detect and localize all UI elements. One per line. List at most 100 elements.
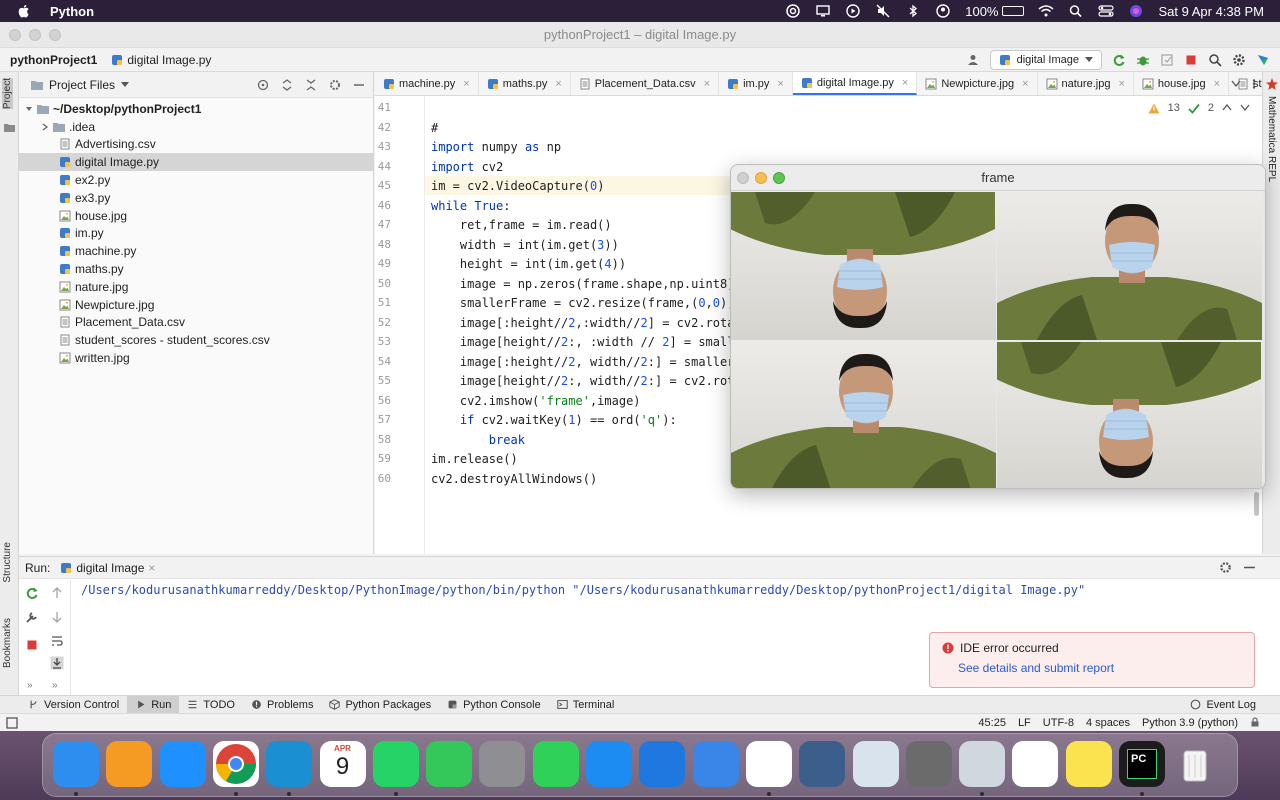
bottom-tab-python-console[interactable]: Python Console <box>439 696 549 714</box>
python-interpreter[interactable]: Python 3.9 (python) <box>1142 717 1238 729</box>
rerun-icon[interactable] <box>25 586 39 600</box>
close-icon[interactable]: × <box>555 78 561 90</box>
code-line[interactable]: while True: <box>431 199 511 213</box>
code-line[interactable]: cv2.destroyAllWindows() <box>431 472 597 486</box>
lock-icon[interactable] <box>1250 716 1260 727</box>
search-icon[interactable] <box>1208 53 1222 67</box>
whatsapp-icon[interactable] <box>372 741 419 787</box>
editor-tab[interactable]: Placement_Data.csv × <box>571 72 720 95</box>
tree-file[interactable]: digital Image.py <box>19 153 373 172</box>
file-encoding[interactable]: UTF-8 <box>1043 717 1074 729</box>
debug-icon[interactable] <box>1136 53 1150 67</box>
stop-icon[interactable] <box>25 638 39 652</box>
editor-tab[interactable]: im.py × <box>719 72 793 95</box>
close-icon[interactable]: × <box>1022 78 1028 90</box>
rerun-icon[interactable] <box>1112 53 1126 67</box>
facetime-icon[interactable] <box>532 741 579 787</box>
close-icon[interactable]: × <box>902 77 908 89</box>
chevron-down-icon[interactable] <box>1240 104 1250 112</box>
scroll-to-end-icon[interactable] <box>50 656 64 670</box>
chevron-down-icon[interactable] <box>25 105 33 113</box>
bottom-tab-run[interactable]: Run <box>127 695 180 714</box>
bottom-tab-problems[interactable]: Problems <box>243 696 321 714</box>
frame-window-title-bar[interactable]: frame <box>731 165 1265 191</box>
menu-bar-clock[interactable]: Sat 9 Apr 4:38 PM <box>1158 4 1264 19</box>
close-window-button[interactable] <box>9 29 21 41</box>
event-log-button[interactable]: Event Log <box>1182 696 1280 714</box>
xcode-tools-icon[interactable] <box>692 741 739 787</box>
caret-position[interactable]: 45:25 <box>978 717 1006 729</box>
code-line[interactable]: smallerFrame = cv2.resize(frame,(0,0),f <box>431 296 742 310</box>
editor-scrollbar[interactable] <box>1254 492 1259 516</box>
system-preferences-icon[interactable] <box>479 741 526 787</box>
code-line[interactable]: ret,frame = im.read() <box>431 218 612 232</box>
structure-tool-tab[interactable]: Structure <box>2 542 13 583</box>
trash-icon[interactable] <box>1172 741 1218 787</box>
window-layout-icon[interactable] <box>6 716 18 729</box>
code-line[interactable]: image[:height//2, width//2:] = smallerF <box>431 355 742 369</box>
more-icon[interactable]: » <box>52 680 58 691</box>
chevron-up-icon[interactable] <box>1222 104 1232 112</box>
bookmarks-tool-tab[interactable]: Bookmarks <box>2 618 13 668</box>
wrench-icon[interactable] <box>25 610 39 624</box>
indent-setting[interactable]: 4 spaces <box>1086 717 1130 729</box>
notes-icon[interactable] <box>1065 741 1112 787</box>
breadcrumb-file[interactable]: digital Image.py <box>111 53 211 67</box>
tree-file[interactable]: Newpicture.jpg <box>19 296 373 314</box>
line-separator[interactable]: LF <box>1018 717 1031 729</box>
code-line[interactable]: height = int(im.get(4)) <box>431 257 626 271</box>
inspection-widget[interactable]: 13 2 <box>1148 102 1250 114</box>
breadcrumb-project[interactable]: pythonProject1 <box>10 53 97 67</box>
editor-tab[interactable]: nature.jpg × <box>1038 72 1134 95</box>
tree-folder[interactable]: .idea <box>19 118 373 136</box>
hide-panel-icon[interactable] <box>353 79 365 91</box>
editor-tab[interactable]: Newpicture.jpg × <box>917 72 1038 95</box>
pages-icon[interactable] <box>106 741 153 787</box>
run-configuration-select[interactable]: digital Image <box>989 49 1102 70</box>
project-tool-tab[interactable]: Project <box>2 78 13 110</box>
siri-icon[interactable] <box>1128 4 1144 18</box>
collapse-all-icon[interactable] <box>305 78 317 91</box>
tree-file[interactable]: machine.py <box>19 242 373 260</box>
bottom-tab-todo[interactable]: TODO <box>179 696 243 714</box>
battery-indicator[interactable]: 100% <box>965 4 1025 19</box>
gear-icon[interactable] <box>1232 53 1246 67</box>
edge-icon[interactable] <box>266 741 313 787</box>
code-line[interactable]: image[height//2:, :width // 2] = smalle <box>431 335 742 349</box>
locate-icon[interactable] <box>257 79 269 91</box>
close-icon[interactable]: × <box>1118 78 1124 90</box>
app-name[interactable]: Python <box>50 4 94 19</box>
zoom-window-button[interactable] <box>49 29 61 41</box>
code-line[interactable]: if cv2.waitKey(1) == ord('q'): <box>431 413 677 427</box>
expand-all-icon[interactable] <box>281 78 293 91</box>
creative-cloud-icon[interactable] <box>785 4 801 18</box>
close-icon[interactable]: × <box>1214 78 1220 90</box>
tree-file[interactable]: maths.py <box>19 260 373 278</box>
frame-window[interactable]: frame <box>730 164 1266 489</box>
editor-tab[interactable]: house.jpg × <box>1134 72 1230 95</box>
messages-icon[interactable] <box>426 741 473 787</box>
chevron-down-icon[interactable] <box>121 81 130 88</box>
code-line[interactable]: image = np.zeros(frame.shape,np.uint8) <box>431 277 735 291</box>
stop-icon[interactable] <box>1184 53 1198 67</box>
gear-icon[interactable] <box>329 79 341 91</box>
project-view-selector[interactable]: Project Files <box>49 78 115 92</box>
mathematica-repl-tab[interactable]: Mathematica REPL <box>1266 96 1277 182</box>
bottom-tab-terminal[interactable]: Terminal <box>549 696 623 714</box>
tree-file[interactable]: written.jpg <box>19 349 373 367</box>
minimize-window-button[interactable] <box>755 172 767 184</box>
parallels-icon[interactable] <box>959 741 1006 787</box>
more-icon[interactable]: » <box>27 680 33 691</box>
arrow-up-icon[interactable] <box>50 586 64 600</box>
wifi-icon[interactable] <box>1038 4 1054 18</box>
vscode-icon[interactable] <box>745 741 792 787</box>
coverage-icon[interactable] <box>1160 53 1174 67</box>
play-icon[interactable] <box>845 4 861 18</box>
office-icon[interactable] <box>1012 741 1059 787</box>
zoom-window-button[interactable] <box>773 172 785 184</box>
tree-file[interactable]: im.py <box>19 225 373 243</box>
spotlight-search-icon[interactable] <box>1068 4 1084 18</box>
close-icon[interactable]: × <box>704 78 710 90</box>
minimize-window-button[interactable] <box>29 29 41 41</box>
safari-icon[interactable] <box>159 741 206 787</box>
